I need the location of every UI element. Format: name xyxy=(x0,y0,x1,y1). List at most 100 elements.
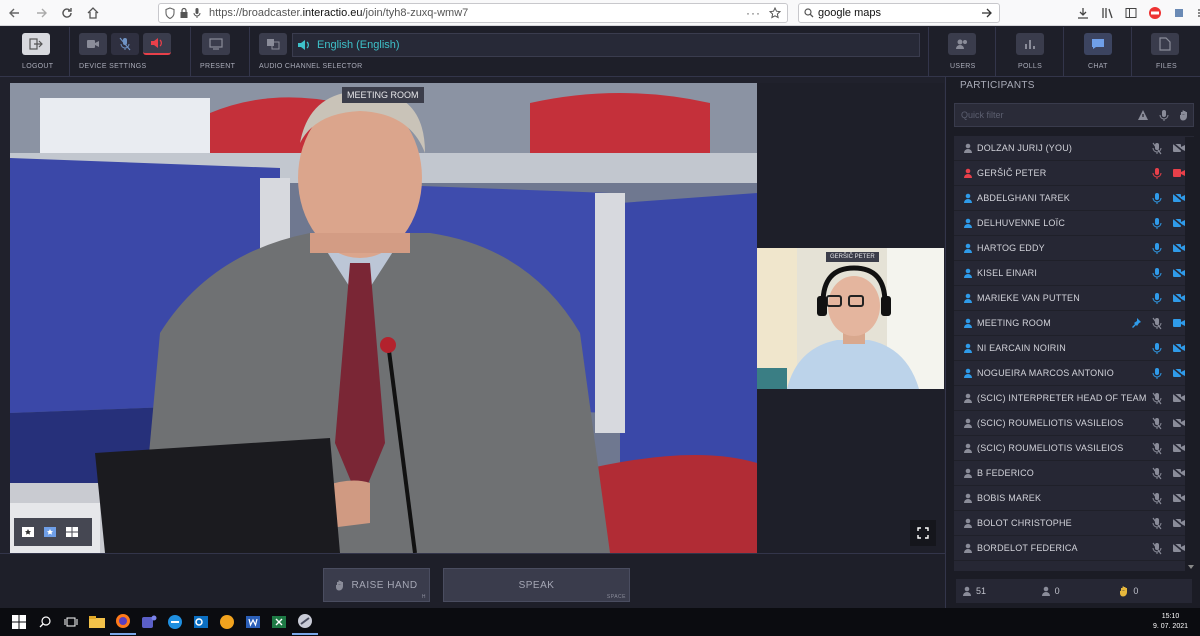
url-text[interactable]: https://broadcaster.interactio.eu/join/t… xyxy=(209,7,468,19)
present-button[interactable] xyxy=(202,33,230,55)
url-bar[interactable]: https://broadcaster.interactio.eu/join/t… xyxy=(158,3,788,23)
camera-off-icon[interactable] xyxy=(1172,143,1186,153)
microphone-muted-icon[interactable] xyxy=(1152,467,1162,480)
quick-filter-field[interactable] xyxy=(954,103,1194,127)
users-button[interactable] xyxy=(948,33,976,55)
participant-row[interactable]: NOGUEIRA MARCOS ANTONIO xyxy=(954,361,1194,386)
task-view-icon[interactable] xyxy=(58,609,84,635)
edge-icon[interactable] xyxy=(162,609,188,635)
extension-icon[interactable] xyxy=(1170,4,1188,22)
camera-off-icon[interactable] xyxy=(1172,293,1186,303)
microphone-permission-icon[interactable] xyxy=(193,7,201,19)
participant-row[interactable]: DELHUVENNE LOÏC xyxy=(954,211,1194,236)
participant-row[interactable]: MEETING ROOM xyxy=(954,311,1194,336)
bookmark-star-icon[interactable] xyxy=(769,7,781,19)
scroll-down-icon[interactable] xyxy=(1188,565,1194,569)
microphone-muted-icon[interactable] xyxy=(1152,542,1162,555)
participant-row[interactable]: (SCIC) ROUMELIOTIS VASILEIOS xyxy=(954,411,1194,436)
camera-off-icon[interactable] xyxy=(1172,468,1186,478)
participant-row[interactable]: DOLZAN JURIJ (YOU) xyxy=(954,136,1194,161)
polls-button[interactable] xyxy=(1016,33,1044,55)
microphone-muted-icon[interactable] xyxy=(1152,392,1162,405)
library-icon[interactable] xyxy=(1098,4,1116,22)
participants-scrollbar[interactable] xyxy=(1185,137,1197,571)
back-icon[interactable] xyxy=(4,2,26,24)
speak-button[interactable]: SPEAK SPACE xyxy=(443,568,630,602)
camera-off-icon[interactable] xyxy=(1172,493,1186,503)
camera-off-icon[interactable] xyxy=(1172,268,1186,278)
camera-icon[interactable] xyxy=(1172,318,1186,328)
camera-off-icon[interactable] xyxy=(1172,543,1186,553)
file-explorer-icon[interactable] xyxy=(84,609,110,635)
quick-filter-input[interactable] xyxy=(955,110,1125,120)
excel-icon[interactable] xyxy=(266,609,292,635)
microphone-muted-icon[interactable] xyxy=(1152,517,1162,530)
microphone-muted-icon[interactable] xyxy=(1152,417,1162,430)
camera-icon[interactable] xyxy=(1172,168,1186,178)
system-clock[interactable]: 15:10 9. 07. 2021 xyxy=(1153,612,1188,632)
participant-row[interactable]: BORDELOT FEDERICA xyxy=(954,536,1194,561)
hand-filter-icon[interactable] xyxy=(1179,109,1189,121)
camera-off-icon[interactable] xyxy=(1172,443,1186,453)
camera-off-icon[interactable] xyxy=(1172,218,1186,228)
translate-icon[interactable] xyxy=(259,33,287,55)
sidebar-icon[interactable] xyxy=(1122,4,1140,22)
microphone-filter-icon[interactable] xyxy=(1159,109,1169,121)
pin-icon[interactable] xyxy=(1130,317,1142,329)
raise-hand-button[interactable]: RAISE HAND H xyxy=(323,568,430,602)
microphone-muted-icon[interactable] xyxy=(1152,442,1162,455)
logout-button[interactable] xyxy=(22,33,50,55)
participant-row[interactable]: MARIEKE VAN PUTTEN xyxy=(954,286,1194,311)
download-icon[interactable] xyxy=(1074,4,1092,22)
camera-off-icon[interactable] xyxy=(1172,518,1186,528)
camera-off-icon[interactable] xyxy=(1172,243,1186,253)
participant-row[interactable]: (SCIC) INTERPRETER HEAD OF TEAM xyxy=(954,386,1194,411)
search-bar[interactable]: google maps xyxy=(798,3,1000,23)
taskbar-search-icon[interactable] xyxy=(32,609,58,635)
lock-icon[interactable] xyxy=(179,7,189,19)
microphone-icon[interactable] xyxy=(1152,192,1162,205)
layout-grid-active-icon[interactable] xyxy=(42,525,58,539)
participant-row[interactable]: GERŠIČ PETER xyxy=(954,161,1194,186)
teams-icon[interactable] xyxy=(136,609,162,635)
main-video[interactable] xyxy=(10,83,757,553)
chat-button[interactable] xyxy=(1084,33,1112,55)
microphone-icon[interactable] xyxy=(1152,367,1162,380)
participant-row[interactable]: (SCIC) ROUMELIOTIS VASILEIOS xyxy=(954,436,1194,461)
participant-thumbnail[interactable] xyxy=(757,248,944,389)
participant-row[interactable]: BOLOT CHRISTOPHE xyxy=(954,511,1194,536)
microphone-muted-icon[interactable] xyxy=(1152,317,1162,330)
microphone-icon[interactable] xyxy=(1152,217,1162,230)
interactio-app-icon[interactable] xyxy=(292,609,318,635)
audio-channel-selector[interactable]: English (English) xyxy=(292,33,920,57)
camera-off-icon[interactable] xyxy=(1172,343,1186,353)
participant-row[interactable]: BOBIS MAREK xyxy=(954,486,1194,511)
camera-off-icon[interactable] xyxy=(1172,393,1186,403)
participant-row[interactable]: KISEL EINARI xyxy=(954,261,1194,286)
reload-icon[interactable] xyxy=(56,2,78,24)
layout-tiles-icon[interactable] xyxy=(64,525,80,539)
camera-button[interactable] xyxy=(79,33,107,55)
microphone-muted-icon[interactable] xyxy=(1152,142,1162,155)
camera-off-icon[interactable] xyxy=(1172,368,1186,378)
microphone-icon[interactable] xyxy=(1152,292,1162,305)
adblock-icon[interactable] xyxy=(1146,4,1164,22)
windows-start-icon[interactable] xyxy=(6,609,32,635)
home-icon[interactable] xyxy=(82,2,104,24)
microphone-muted-icon[interactable] xyxy=(1152,492,1162,505)
firefox-icon[interactable] xyxy=(110,609,136,635)
participant-row[interactable]: ABDELGHANI TAREK xyxy=(954,186,1194,211)
microphone-icon[interactable] xyxy=(1152,342,1162,355)
forward-icon[interactable] xyxy=(30,2,52,24)
microphone-icon[interactable] xyxy=(1152,242,1162,255)
app-orange-icon[interactable] xyxy=(214,609,240,635)
microphone-icon[interactable] xyxy=(1152,167,1162,180)
fullscreen-button[interactable] xyxy=(910,520,936,546)
participant-row[interactable]: NI EARCAIN NOIRIN xyxy=(954,336,1194,361)
participant-row[interactable]: B FEDERICO xyxy=(954,461,1194,486)
speaker-button[interactable] xyxy=(143,33,171,55)
camera-off-icon[interactable] xyxy=(1172,418,1186,428)
menu-icon[interactable] xyxy=(1194,4,1200,22)
word-icon[interactable] xyxy=(240,609,266,635)
page-actions-icon[interactable]: ··· xyxy=(746,6,761,20)
